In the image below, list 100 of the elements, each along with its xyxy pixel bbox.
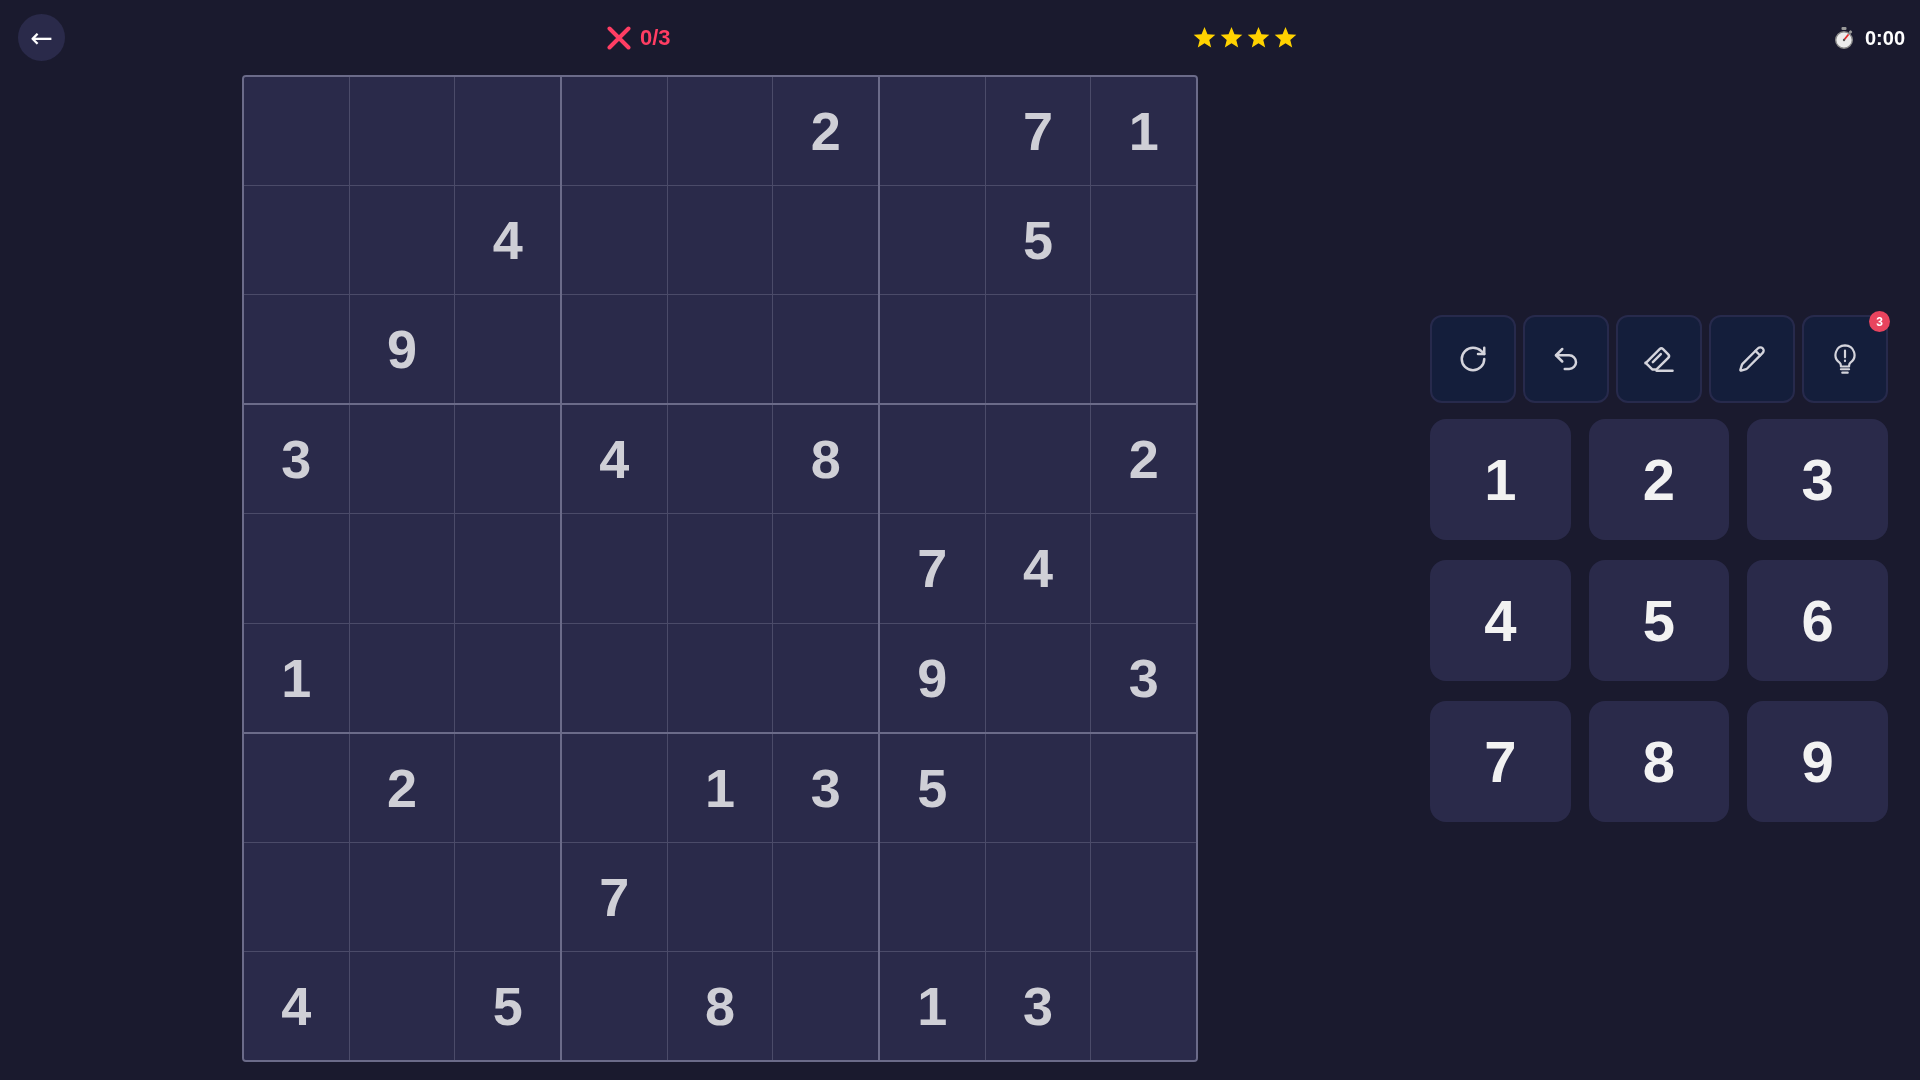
grid-cell[interactable]: 9 (349, 295, 455, 404)
grid-cell[interactable] (455, 295, 560, 404)
grid-cell[interactable] (880, 77, 985, 186)
grid-cell[interactable] (667, 295, 773, 404)
grid-cell[interactable] (455, 842, 560, 951)
grid-cell[interactable] (773, 186, 878, 295)
grid-cell[interactable] (773, 623, 878, 732)
hint-count: 3 (1869, 311, 1890, 332)
eraser-icon (1643, 344, 1675, 374)
grid-cell[interactable]: 7 (985, 77, 1091, 186)
grid-cell[interactable] (244, 295, 349, 404)
grid-cell[interactable] (349, 514, 455, 623)
grid-cell[interactable] (667, 842, 773, 951)
grid-cell[interactable] (562, 295, 667, 404)
grid-cell[interactable] (985, 842, 1091, 951)
grid-cell[interactable]: 8 (667, 951, 773, 1060)
grid-cell[interactable] (667, 77, 773, 186)
grid-cell[interactable]: 9 (880, 623, 985, 732)
grid-cell[interactable]: 2 (349, 733, 455, 842)
grid-cell[interactable]: 4 (985, 514, 1091, 623)
grid-cell[interactable]: 2 (1091, 405, 1196, 514)
grid-cell[interactable] (349, 405, 455, 514)
grid-cell[interactable] (880, 405, 985, 514)
grid-cell[interactable]: 2 (773, 77, 878, 186)
grid-cell[interactable] (773, 951, 878, 1060)
grid-cell[interactable]: 8 (773, 405, 878, 514)
grid-cell[interactable]: 3 (1091, 623, 1196, 732)
grid-cell[interactable] (455, 405, 560, 514)
grid-cell[interactable] (985, 405, 1091, 514)
grid-cell[interactable] (985, 733, 1091, 842)
pencil-button[interactable] (1709, 315, 1795, 403)
number-key[interactable]: 1 (1430, 419, 1571, 540)
grid-cell[interactable] (244, 77, 349, 186)
grid-cell[interactable] (1091, 295, 1196, 404)
grid-cell[interactable]: 3 (985, 951, 1091, 1060)
grid-cell[interactable] (773, 842, 878, 951)
grid-cell[interactable]: 5 (985, 186, 1091, 295)
undo-button[interactable] (1523, 315, 1609, 403)
eraser-button[interactable] (1616, 315, 1702, 403)
grid-cell[interactable] (455, 77, 560, 186)
grid-cell[interactable] (667, 514, 773, 623)
grid-cell[interactable] (1091, 514, 1196, 623)
grid-cell[interactable] (562, 951, 667, 1060)
grid-cell[interactable] (349, 77, 455, 186)
grid-cell[interactable]: 7 (562, 842, 667, 951)
grid-cell[interactable] (1091, 842, 1196, 951)
grid-cell[interactable] (773, 295, 878, 404)
grid-cell[interactable] (880, 842, 985, 951)
grid-cell[interactable] (562, 623, 667, 732)
grid-cell[interactable]: 1 (1091, 77, 1196, 186)
grid-cell[interactable] (244, 186, 349, 295)
grid-cell[interactable]: 1 (244, 623, 349, 732)
grid-cell[interactable]: 3 (773, 733, 878, 842)
grid-cell[interactable] (880, 295, 985, 404)
number-key[interactable]: 6 (1747, 560, 1888, 681)
grid-cell[interactable] (1091, 733, 1196, 842)
grid-cell[interactable] (1091, 951, 1196, 1060)
grid-cell[interactable] (349, 186, 455, 295)
grid-cell[interactable]: 7 (880, 514, 985, 623)
grid-cell[interactable]: 4 (455, 186, 560, 295)
grid-cell[interactable] (562, 77, 667, 186)
number-key[interactable]: 9 (1747, 701, 1888, 822)
number-key[interactable]: 2 (1588, 419, 1730, 540)
grid-cell[interactable] (349, 623, 455, 732)
number-key[interactable]: 8 (1588, 701, 1730, 822)
grid-cell[interactable] (455, 514, 560, 623)
grid-cell[interactable]: 1 (880, 951, 985, 1060)
star-icon (1192, 26, 1216, 49)
number-key[interactable]: 3 (1747, 419, 1888, 540)
star-icon (1273, 26, 1297, 49)
grid-cell[interactable] (455, 623, 560, 732)
cross-icon (607, 25, 631, 50)
grid-cell[interactable] (985, 295, 1091, 404)
grid-cell[interactable]: 1 (667, 733, 773, 842)
back-button[interactable]: ← (18, 14, 65, 61)
grid-cell[interactable]: 4 (244, 951, 349, 1060)
grid-cell[interactable] (667, 405, 773, 514)
grid-cell[interactable] (880, 186, 985, 295)
grid-cell[interactable] (562, 186, 667, 295)
grid-cell[interactable] (349, 951, 455, 1060)
grid-cell[interactable] (349, 842, 455, 951)
grid-cell[interactable]: 5 (455, 951, 560, 1060)
grid-cell[interactable] (455, 733, 560, 842)
grid-cell[interactable] (667, 623, 773, 732)
grid-cell[interactable] (773, 514, 878, 623)
grid-cell[interactable] (244, 842, 349, 951)
grid-cell[interactable] (667, 186, 773, 295)
grid-cell[interactable] (1091, 186, 1196, 295)
grid-cell[interactable] (985, 623, 1091, 732)
grid-cell[interactable] (244, 514, 349, 623)
grid-cell[interactable]: 3 (244, 405, 349, 514)
number-key[interactable]: 7 (1430, 701, 1571, 822)
number-key[interactable]: 5 (1588, 560, 1730, 681)
grid-cell[interactable] (244, 733, 349, 842)
grid-cell[interactable]: 5 (880, 733, 985, 842)
number-key[interactable]: 4 (1430, 560, 1571, 681)
grid-cell[interactable]: 4 (562, 405, 667, 514)
grid-cell[interactable] (562, 733, 667, 842)
restart-button[interactable] (1430, 315, 1516, 403)
grid-cell[interactable] (562, 514, 667, 623)
